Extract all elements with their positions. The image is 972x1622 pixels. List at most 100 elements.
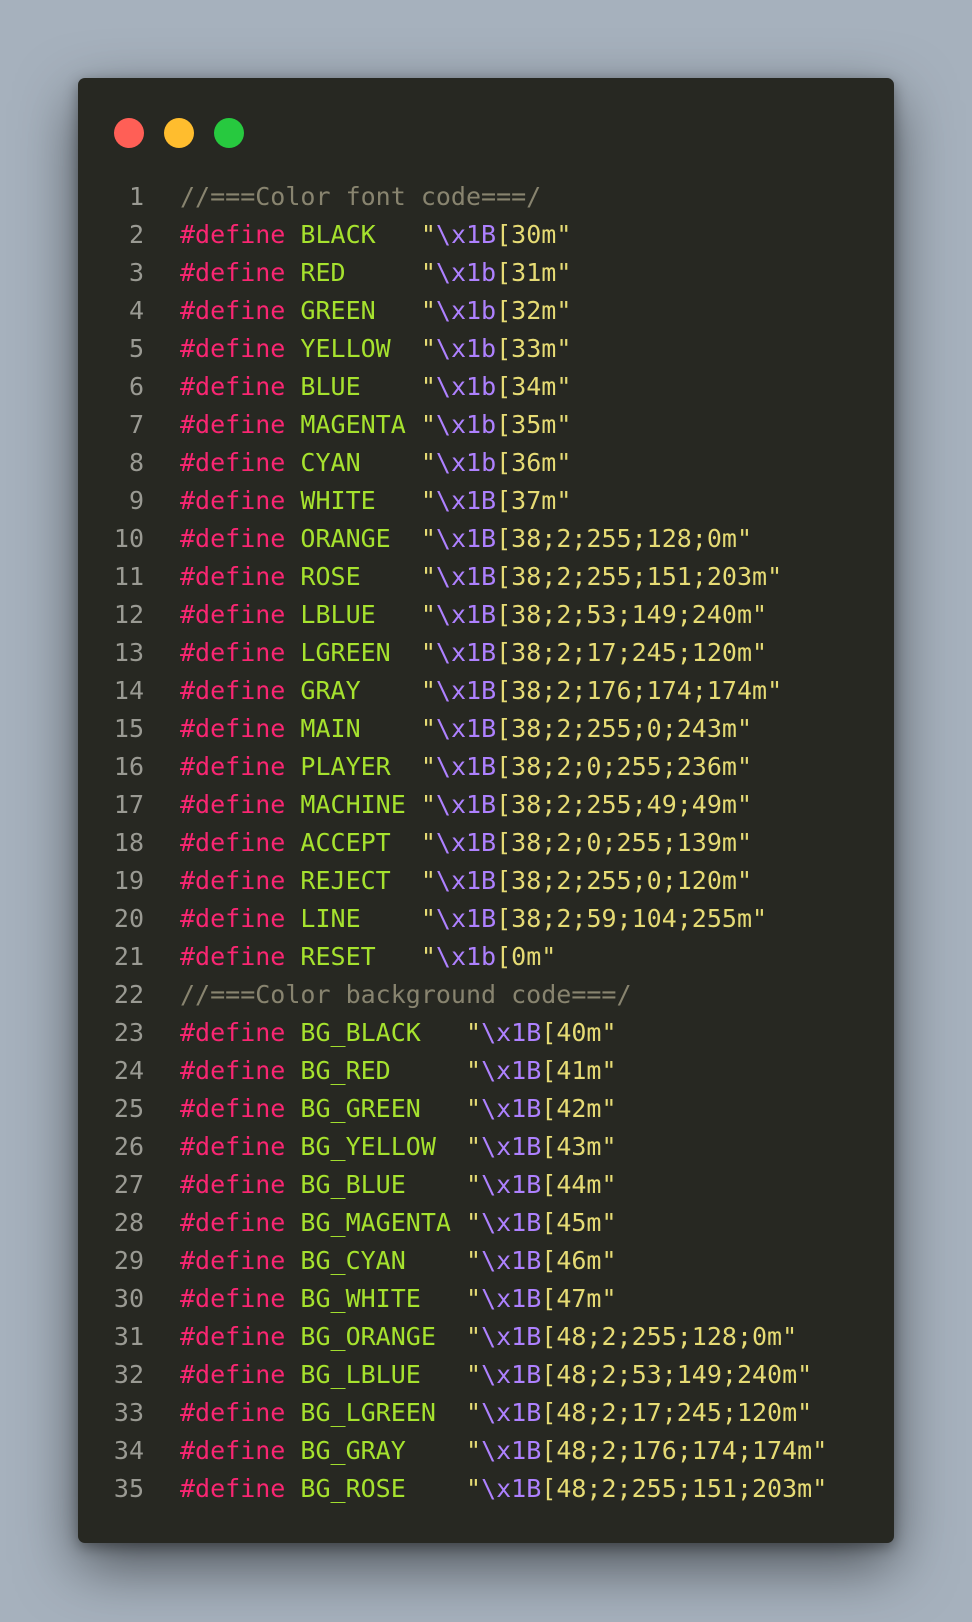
code-token: " bbox=[420, 486, 436, 515]
code-token: #define bbox=[180, 220, 286, 249]
code-token: ORANGE bbox=[300, 524, 391, 553]
code-token: \x1b bbox=[435, 296, 497, 325]
code-line: 28 #define BG_MAGENTA "\x1B[45m" bbox=[78, 1204, 894, 1242]
code-line: 17 #define MACHINE "\x1B[38;2;255;49;49m" bbox=[78, 786, 894, 824]
minimize-icon[interactable] bbox=[164, 118, 194, 148]
line-number: 24 bbox=[113, 1056, 144, 1085]
code-token: " bbox=[466, 1284, 482, 1313]
code-line: 8 #define CYAN "\x1b[36m" bbox=[78, 444, 894, 482]
code-token: [48;2;17;245;120m" bbox=[541, 1398, 813, 1427]
code-token: [41m" bbox=[541, 1056, 617, 1085]
code-token: BLUE bbox=[300, 372, 361, 401]
line-number: 26 bbox=[113, 1132, 144, 1161]
code-token: " bbox=[420, 296, 436, 325]
code-token: RED bbox=[300, 258, 346, 287]
line-source: #define BG_BLACK "\x1B[40m" bbox=[180, 1014, 617, 1052]
code-token: #define bbox=[180, 638, 286, 667]
code-token: " bbox=[420, 334, 436, 363]
line-source: #define BG_GREEN "\x1B[42m" bbox=[180, 1090, 617, 1128]
line-source: #define GREEN "\x1b[32m" bbox=[180, 292, 571, 330]
line-source: #define MAIN "\x1B[38;2;255;0;243m" bbox=[180, 710, 752, 748]
code-token: #define bbox=[180, 828, 286, 857]
line-number: 19 bbox=[113, 866, 144, 895]
line-number: 2 bbox=[128, 220, 144, 249]
code-token: [33m" bbox=[496, 334, 572, 363]
code-token: " bbox=[420, 942, 436, 971]
code-token: \x1B bbox=[481, 1056, 542, 1085]
code-token: \x1B bbox=[481, 1398, 542, 1427]
line-source: #define RESET "\x1b[0m" bbox=[180, 938, 556, 976]
code-token: \x1B bbox=[435, 714, 497, 743]
line-source: //===Color font code===/ bbox=[180, 178, 541, 216]
code-token: BG_GREEN bbox=[300, 1094, 421, 1123]
code-line: 24 #define BG_RED "\x1B[41m" bbox=[78, 1052, 894, 1090]
code-token: #define bbox=[180, 1436, 286, 1465]
code-token: [44m" bbox=[541, 1170, 617, 1199]
code-token: \x1B bbox=[481, 1360, 542, 1389]
code-token: [38;2;255;128;0m" bbox=[496, 524, 752, 553]
code-token: \x1B bbox=[481, 1436, 542, 1465]
code-token: MACHINE bbox=[300, 790, 406, 819]
code-line: 30 #define BG_WHITE "\x1B[47m" bbox=[78, 1280, 894, 1318]
line-number: 4 bbox=[128, 296, 144, 325]
code-token: GRAY bbox=[300, 676, 361, 705]
close-icon[interactable] bbox=[114, 118, 144, 148]
line-source: #define MACHINE "\x1B[38;2;255;49;49m" bbox=[180, 786, 752, 824]
code-token: BG_MAGENTA bbox=[300, 1208, 451, 1237]
line-number: 7 bbox=[128, 410, 144, 439]
line-number: 10 bbox=[113, 524, 144, 553]
line-number: 32 bbox=[113, 1360, 144, 1389]
code-token: BG_GRAY bbox=[300, 1436, 406, 1465]
code-token: " bbox=[420, 410, 436, 439]
code-token: \x1B bbox=[435, 790, 497, 819]
code-line: 13 #define LGREEN "\x1B[38;2;17;245;120m" bbox=[78, 634, 894, 672]
code-token: " bbox=[466, 1322, 482, 1351]
line-source: //===Color background code===/ bbox=[180, 976, 632, 1014]
code-token: " bbox=[420, 714, 436, 743]
code-token: YELLOW bbox=[300, 334, 391, 363]
line-source: #define ORANGE "\x1B[38;2;255;128;0m" bbox=[180, 520, 752, 558]
code-token: " bbox=[466, 1398, 482, 1427]
line-source: #define BG_RED "\x1B[41m" bbox=[180, 1052, 617, 1090]
code-line: 26 #define BG_YELLOW "\x1B[43m" bbox=[78, 1128, 894, 1166]
code-line: 9 #define WHITE "\x1B[37m" bbox=[78, 482, 894, 520]
code-token: " bbox=[420, 676, 436, 705]
code-token: #define bbox=[180, 296, 286, 325]
code-token: \x1B bbox=[435, 904, 497, 933]
code-line: 10 #define ORANGE "\x1B[38;2;255;128;0m" bbox=[78, 520, 894, 558]
code-token: REJECT bbox=[300, 866, 391, 895]
line-source: #define LBLUE "\x1B[38;2;53;149;240m" bbox=[180, 596, 767, 634]
line-source: #define BG_LGREEN "\x1B[48;2;17;245;120m… bbox=[180, 1394, 812, 1432]
code-token: BG_RED bbox=[300, 1056, 391, 1085]
line-source: #define BG_BLUE "\x1B[44m" bbox=[180, 1166, 617, 1204]
line-source: #define RED "\x1b[31m" bbox=[180, 254, 571, 292]
code-token: [38;2;59;104;255m" bbox=[496, 904, 768, 933]
line-number: 22 bbox=[113, 980, 144, 1009]
maximize-icon[interactable] bbox=[214, 118, 244, 148]
line-source: #define YELLOW "\x1b[33m" bbox=[180, 330, 571, 368]
code-token: BLACK bbox=[300, 220, 376, 249]
line-number: 11 bbox=[113, 562, 144, 591]
